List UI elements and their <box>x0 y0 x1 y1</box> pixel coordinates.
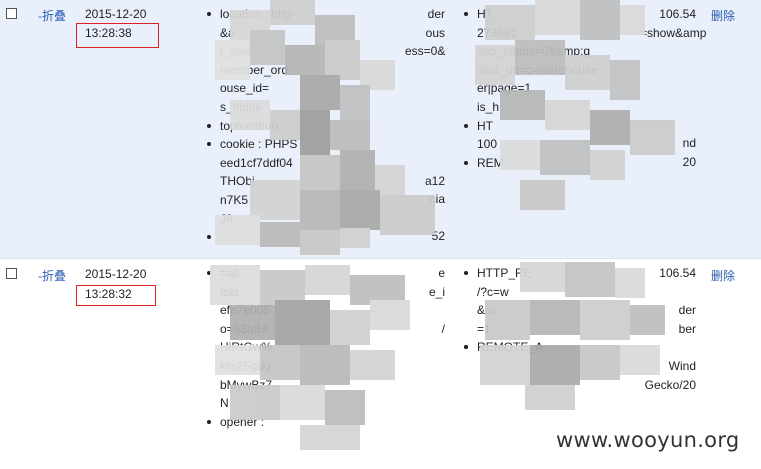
list-item: HiRtGw% <box>220 340 273 355</box>
line-ending: e <box>438 266 445 280</box>
row-2-collapse-link[interactable]: -折叠 <box>38 267 66 284</box>
line-ending: cia <box>429 192 445 207</box>
line-ending: a12 <box>424 173 445 188</box>
row-2-col2-line-endings: 106.54 der ber Wind Gecko/20 <box>640 264 696 394</box>
row-1-date: 2015-12-20 <box>85 7 147 21</box>
line-ending: der <box>678 303 696 318</box>
line-ending: / <box>441 321 445 336</box>
line-ending: nd <box>682 136 696 151</box>
line-ending: 106.54 <box>659 266 696 280</box>
line-ending: e_i <box>428 284 445 299</box>
line-ending: Gecko/20 <box>644 377 696 392</box>
line-ending: 106.54 <box>659 7 696 21</box>
line-ending: der <box>427 7 445 21</box>
row-2-col1-line-endings: e e_i / <box>405 264 445 338</box>
line-ending: ous <box>425 25 445 40</box>
row-2-delete-link[interactable]: 删除 <box>711 267 735 284</box>
row-1-col1-line-endings: der ous ess=0& a12 cia 52 <box>405 5 445 246</box>
watermark-text: www.wooyun.org <box>556 428 740 452</box>
record-row-1: -折叠 2015-12-20 13:28:38 location : http … <box>0 0 761 259</box>
list-item: k%2Fgug <box>220 358 271 373</box>
row-2-date: 2015-12-20 <box>85 267 147 281</box>
list-item: N <box>220 396 229 411</box>
line-ending: Wind <box>668 358 696 373</box>
line-ending: =show&amp <box>640 25 707 40</box>
line-ending: ber <box>678 321 696 336</box>
row-1-checkbox[interactable] <box>6 8 17 19</box>
row-1-time-highlight <box>76 23 159 48</box>
line-ending: 20 <box>682 154 696 169</box>
line-ending: 52 <box>431 228 445 243</box>
row-2-checkbox[interactable] <box>6 268 17 279</box>
row-1-collapse-link[interactable]: -折叠 <box>38 7 66 24</box>
list-item: bMywBz7 <box>220 377 273 392</box>
row-1-delete-link[interactable]: 删除 <box>711 7 735 24</box>
list-item: opener : <box>205 413 445 432</box>
row-1-col2-line-endings: 106.54 =show&amp nd 20 <box>640 5 707 171</box>
row-2-time-highlight <box>76 285 156 306</box>
line-ending: ess=0& <box>405 44 446 59</box>
